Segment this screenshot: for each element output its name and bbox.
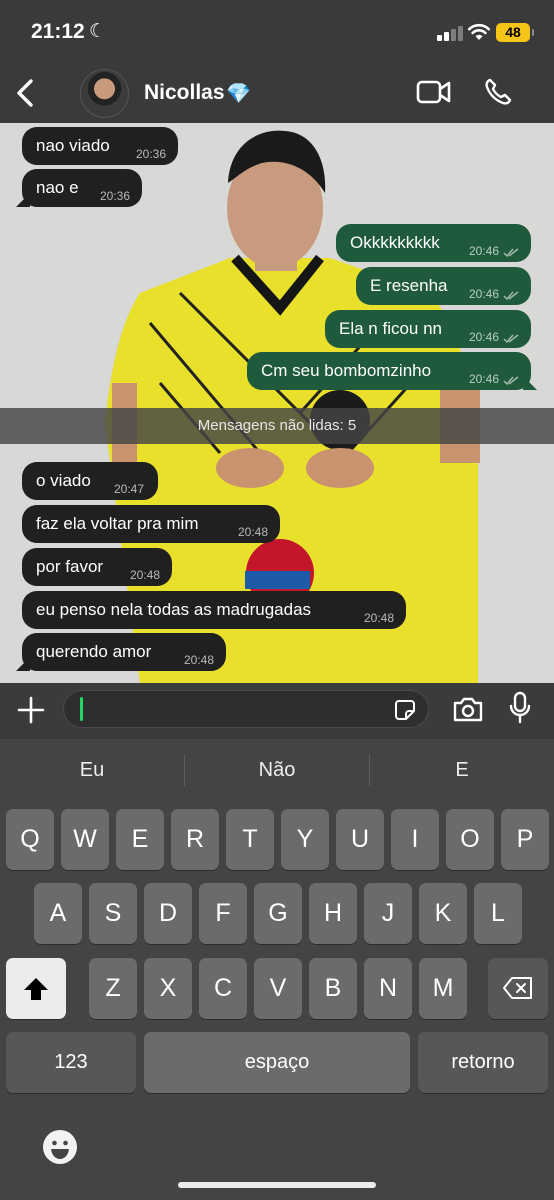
message-text: nao e — [36, 178, 79, 197]
onscreen-keyboard: Eu Não E Q W E R T Y U I O P A S D F G H… — [0, 739, 554, 1200]
message-time: 20:36 — [99, 189, 130, 203]
top-bar: 21:12 ☾ 48 Nicollas 💎 — [0, 0, 554, 123]
key-f[interactable]: F — [199, 883, 247, 944]
double-check-read-icon — [503, 248, 519, 258]
message-text: E resenha — [370, 276, 448, 295]
message-text: eu penso nela todas as madrugadas — [36, 600, 312, 619]
key-t[interactable]: T — [226, 809, 274, 870]
key-s[interactable]: S — [89, 883, 137, 944]
camera-icon[interactable] — [452, 695, 484, 723]
key-r[interactable]: R — [171, 809, 219, 870]
message-text: Ela n ficou nn — [339, 319, 443, 338]
key-p[interactable]: P — [501, 809, 549, 870]
do-not-disturb-moon-icon: ☾ — [89, 21, 107, 42]
emoji-icon[interactable] — [42, 1129, 78, 1165]
key-g[interactable]: G — [254, 883, 302, 944]
key-e[interactable]: E — [116, 809, 164, 870]
message-incoming[interactable]: eu penso nela todas as madrugadas 20:48 — [22, 591, 406, 629]
wifi-icon — [467, 23, 491, 40]
message-text: querendo amor — [36, 642, 152, 661]
message-text: Cm seu bombomzinho — [261, 361, 432, 380]
message-text: o viado — [36, 471, 91, 490]
backspace-key[interactable] — [488, 958, 548, 1019]
message-text: por favor — [36, 557, 104, 576]
message-text: nao viado — [36, 136, 110, 155]
message-incoming[interactable]: faz ela voltar pra mim 20:48 — [22, 505, 280, 543]
key-v[interactable]: V — [254, 958, 302, 1019]
contact-name-emoji: 💎 — [226, 83, 251, 105]
message-incoming[interactable]: por favor 20:48 — [22, 548, 172, 586]
key-i[interactable]: I — [391, 809, 439, 870]
double-check-read-icon — [503, 334, 519, 344]
status-time: 21:12 — [31, 20, 85, 43]
key-a[interactable]: A — [34, 883, 82, 944]
key-l[interactable]: L — [474, 883, 522, 944]
message-time: 20:48 — [129, 568, 160, 582]
text-cursor — [80, 697, 83, 721]
key-o[interactable]: O — [446, 809, 494, 870]
message-time: 20:46 — [468, 330, 499, 344]
message-incoming[interactable]: nao e 20:36 — [16, 169, 142, 207]
home-indicator[interactable] — [178, 1182, 376, 1188]
message-text: Okkkkkkkkk — [350, 233, 440, 252]
message-input[interactable] — [63, 690, 429, 728]
key-u[interactable]: U — [336, 809, 384, 870]
key-b[interactable]: B — [309, 958, 357, 1019]
sticker-icon[interactable] — [394, 699, 416, 721]
message-time: 20:36 — [135, 147, 166, 161]
message-text: faz ela voltar pra mim — [36, 514, 199, 533]
shift-key[interactable] — [6, 958, 66, 1019]
message-time: 20:47 — [113, 482, 144, 496]
voice-call-icon[interactable] — [483, 77, 513, 107]
key-d[interactable]: D — [144, 883, 192, 944]
key-q[interactable]: Q — [6, 809, 54, 870]
message-incoming[interactable]: nao viado 20:36 — [22, 127, 178, 165]
backspace-icon — [503, 977, 532, 999]
key-x[interactable]: X — [144, 958, 192, 1019]
battery-indicator: 48 — [496, 23, 534, 42]
back-chevron-icon[interactable] — [13, 77, 39, 109]
message-time: 20:46 — [468, 244, 499, 258]
shift-arrow-icon — [24, 978, 48, 1000]
chat-header: Nicollas 💎 — [0, 64, 554, 123]
message-outgoing[interactable]: E resenha 20:46 — [356, 267, 531, 305]
space-key[interactable]: espaço — [144, 1032, 410, 1093]
double-check-read-icon — [503, 291, 519, 301]
message-incoming[interactable]: querendo amor 20:48 — [16, 633, 226, 671]
chat-area[interactable]: nao viado 20:36 nao e 20:36 Okkkkkkkkk 2… — [0, 123, 554, 683]
message-outgoing[interactable]: Ela n ficou nn 20:46 — [325, 310, 531, 348]
key-y[interactable]: Y — [281, 809, 329, 870]
message-time: 20:48 — [183, 653, 214, 667]
key-j[interactable]: J — [364, 883, 412, 944]
suggestion-1[interactable]: Eu — [0, 751, 184, 789]
status-bar: 21:12 ☾ 48 — [0, 0, 554, 64]
message-time: 20:48 — [363, 611, 394, 625]
message-time: 20:46 — [468, 287, 499, 301]
numbers-key[interactable]: 123 — [6, 1032, 136, 1093]
suggestion-3[interactable]: E — [370, 751, 554, 789]
return-key[interactable]: retorno — [418, 1032, 548, 1093]
microphone-icon[interactable] — [508, 691, 532, 725]
message-time: 20:48 — [237, 525, 268, 539]
suggestion-2[interactable]: Não — [185, 751, 369, 789]
attach-plus-icon[interactable] — [16, 695, 46, 725]
message-outgoing[interactable]: Cm seu bombomzinho 20:46 — [247, 352, 537, 390]
key-z[interactable]: Z — [89, 958, 137, 1019]
key-k[interactable]: K — [419, 883, 467, 944]
message-outgoing[interactable]: Okkkkkkkkk 20:46 — [336, 224, 531, 262]
unread-messages-divider: Mensagens não lidas: 5 — [0, 408, 554, 444]
contact-avatar[interactable] — [80, 69, 129, 118]
key-w[interactable]: W — [61, 809, 109, 870]
contact-name[interactable]: Nicollas — [144, 81, 225, 105]
message-incoming[interactable]: o viado 20:47 — [22, 462, 158, 500]
double-check-read-icon — [503, 376, 519, 386]
cellular-signal-icon — [437, 25, 463, 41]
key-n[interactable]: N — [364, 958, 412, 1019]
key-h[interactable]: H — [309, 883, 357, 944]
key-c[interactable]: C — [199, 958, 247, 1019]
video-call-icon[interactable] — [416, 79, 452, 105]
key-m[interactable]: M — [419, 958, 467, 1019]
message-time: 20:46 — [468, 372, 499, 386]
message-composer-bar — [0, 683, 554, 739]
